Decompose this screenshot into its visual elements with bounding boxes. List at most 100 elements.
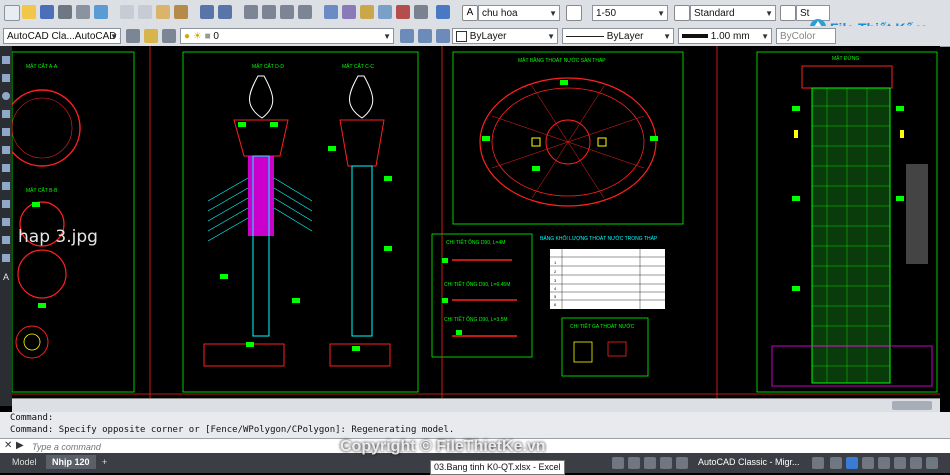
multileader-style-icon [780, 5, 796, 21]
clean-screen-icon[interactable] [862, 457, 874, 469]
gear-icon[interactable] [676, 457, 688, 469]
hatch-tool-icon[interactable] [2, 146, 10, 154]
isolate-icon[interactable] [830, 457, 842, 469]
pipe-details: CHI TIẾT ỐNG D90, L=4M CHI TIẾT ỐNG D90,… [442, 239, 517, 337]
text-style-dropdown[interactable]: chu hoa ▼ [478, 5, 560, 21]
chevron-down-icon: ▼ [657, 9, 665, 18]
layer-properties-icon[interactable] [144, 29, 158, 43]
section-dd-title: MẶT CẮT D-D [252, 62, 284, 70]
sheet-set-icon[interactable] [378, 5, 392, 19]
sheet-frame-sections [182, 51, 419, 393]
spline-tool-icon[interactable] [2, 200, 10, 208]
snap-toggle-icon[interactable] [628, 457, 640, 469]
copy-icon[interactable] [138, 5, 152, 19]
publish-icon[interactable] [94, 5, 108, 19]
layer-value: 0 [213, 31, 219, 42]
rectangle-tool-icon[interactable] [2, 128, 10, 136]
circle-tool-icon[interactable] [2, 92, 10, 100]
plot-preview-icon[interactable] [76, 5, 90, 19]
lock-ui-icon[interactable] [894, 457, 906, 469]
ellipse-tool-icon[interactable] [2, 218, 10, 226]
layer-state-icon[interactable] [162, 29, 176, 43]
command-history-line-1: Command: [10, 413, 54, 423]
help-icon[interactable] [436, 5, 450, 19]
polar-toggle-icon[interactable] [660, 457, 672, 469]
match-properties-icon[interactable] [174, 5, 188, 19]
tool-palettes-icon[interactable] [360, 5, 374, 19]
table-style-dropdown[interactable]: Standard ▼ [690, 5, 776, 21]
table-style-icon [674, 5, 690, 21]
open-file-icon[interactable] [22, 5, 36, 19]
properties-toolbar: AutoCAD Cla...AutoCAD 201▼ ● ☀ ■ 0▼ ByLa… [0, 26, 950, 47]
chevron-down-icon: ▼ [547, 32, 555, 41]
block-tool-icon[interactable] [2, 164, 10, 172]
fullscreen-icon[interactable] [926, 457, 938, 469]
table-style-value: Standard [694, 8, 735, 19]
save-icon[interactable] [40, 5, 54, 19]
grid-toggle-icon[interactable] [612, 457, 624, 469]
undo-icon[interactable] [200, 5, 214, 19]
sheet-frame-left [11, 51, 135, 393]
scroll-thumb[interactable] [892, 401, 932, 410]
linetype-dropdown[interactable]: ByLayer ▼ [562, 28, 674, 44]
command-input[interactable] [30, 440, 334, 453]
linetype-value: ByLayer [606, 31, 644, 42]
mtext-tool-icon[interactable]: A [1, 272, 11, 282]
plan-title: MẶT BẰNG THOÁT NƯỚC SÀN THÁP [518, 56, 606, 64]
drawing-canvas[interactable]: MẶT CẮT A-A MẶT CẮT B-B hap 3.jpg MẶT CẮ… [3, 46, 940, 398]
command-history-line-2: Command: Specify opposite corner or [Fen… [10, 425, 455, 435]
dimension-style-dropdown[interactable]: 1-50 ▼ [592, 5, 668, 21]
new-file-icon[interactable] [4, 5, 20, 21]
properties-icon[interactable] [324, 5, 338, 19]
cut-icon[interactable] [120, 5, 134, 19]
layer-previous-icon[interactable] [418, 29, 432, 43]
layer-match-icon[interactable] [436, 29, 450, 43]
calculator-icon[interactable] [414, 5, 428, 19]
menu-icon[interactable] [910, 457, 922, 469]
pan-icon[interactable] [244, 5, 258, 19]
command-history: Command: Command: Specify opposite corne… [0, 412, 950, 438]
chevron-down-icon: ▼ [110, 32, 118, 41]
workspace-status[interactable]: AutoCAD Classic - Migr... [692, 455, 806, 469]
redo-icon[interactable] [218, 5, 232, 19]
arc-tool-icon[interactable] [2, 110, 10, 118]
zoom-window-icon[interactable] [280, 5, 294, 19]
region-tool-icon[interactable] [2, 236, 10, 244]
section-cc-title: MẶT CẮT C-C [342, 62, 374, 70]
ortho-toggle-icon[interactable] [644, 457, 656, 469]
design-center-icon[interactable] [342, 5, 356, 19]
hardware-acceleration-icon[interactable] [846, 457, 858, 469]
color-dropdown[interactable]: ByLayer ▼ [452, 28, 558, 44]
workspace-dropdown[interactable]: AutoCAD Cla...AutoCAD 201▼ [3, 28, 121, 44]
horizontal-scrollbar[interactable] [12, 398, 940, 413]
plotstyle-dropdown[interactable]: ByColor [776, 28, 836, 44]
markup-icon[interactable] [396, 5, 410, 19]
line-tool-icon[interactable] [2, 56, 10, 64]
pipe-detail-1-title: CHI TIẾT ỐNG D90, L=4M [446, 239, 505, 246]
sections-left: MẶT CẮT A-A MẶT CẮT B-B hap 3.jpg [3, 62, 98, 359]
quantity-table-title: BẢNG KHỐI LƯỢNG THOÁT NƯỚC TRONG THÁP [540, 235, 658, 242]
add-layout-button[interactable]: + [96, 455, 113, 469]
linetype-preview-icon [566, 35, 604, 37]
text-style-icon: A [462, 5, 478, 21]
annotation-icon[interactable] [812, 457, 824, 469]
workspace-settings-icon[interactable] [126, 29, 140, 43]
table-tool-icon[interactable] [2, 254, 10, 262]
point-tool-icon[interactable] [2, 182, 10, 190]
make-current-icon[interactable] [400, 29, 414, 43]
chevron-down-icon: ▼ [549, 9, 557, 18]
print-icon[interactable] [58, 5, 72, 19]
chevron-down-icon: ▼ [663, 32, 671, 41]
tab-layout[interactable]: Nhịp 120 [46, 455, 96, 469]
zoom-previous-icon[interactable] [298, 5, 312, 19]
polyline-tool-icon[interactable] [2, 74, 10, 82]
pipe-detail-frame [431, 233, 533, 358]
paste-icon[interactable] [156, 5, 170, 19]
dimension-style-icon [566, 5, 582, 21]
close-icon[interactable]: ✕ [4, 440, 12, 451]
zoom-realtime-icon[interactable] [262, 5, 276, 19]
tab-model[interactable]: Model [6, 455, 43, 469]
layer-dropdown[interactable]: ● ☀ ■ 0 ▼ [180, 28, 394, 44]
customize-icon[interactable] [878, 457, 890, 469]
lineweight-dropdown[interactable]: 1.00 mm ▼ [678, 28, 772, 44]
